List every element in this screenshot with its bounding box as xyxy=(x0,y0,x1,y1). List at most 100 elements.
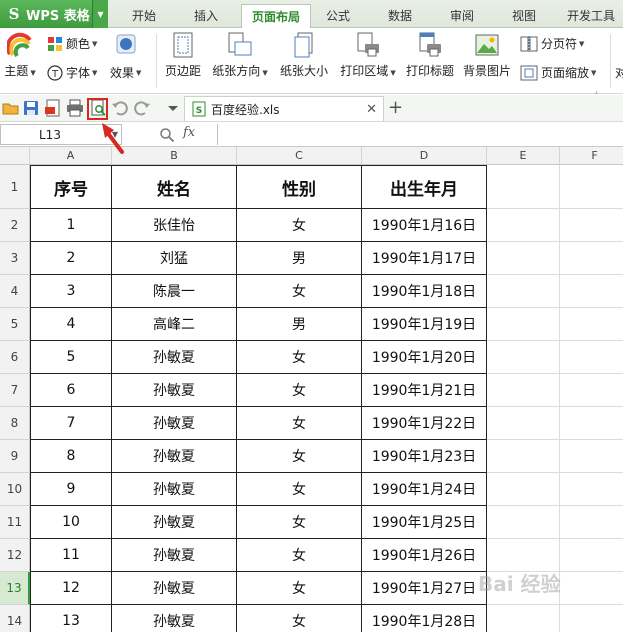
orientation-button[interactable]: 纸张方向 ▼ xyxy=(208,32,272,79)
table-cell[interactable]: 孙敏夏 xyxy=(112,374,237,407)
page-zoom-button[interactable]: 页面缩放 ▼ xyxy=(520,64,596,81)
row-header[interactable]: 11 xyxy=(0,506,30,539)
close-tab-icon[interactable]: ✕ xyxy=(366,102,377,117)
dialog-launcher-icon[interactable]: ⌟ xyxy=(594,86,598,95)
table-cell[interactable]: 1990年1月23日 xyxy=(362,440,487,473)
empty-cell[interactable] xyxy=(487,506,560,539)
select-all-corner[interactable] xyxy=(0,147,30,165)
row-header[interactable]: 7 xyxy=(0,374,30,407)
colors-button[interactable]: 颜色 ▼ xyxy=(47,35,97,52)
column-header-b[interactable]: B xyxy=(112,147,237,165)
new-tab-icon[interactable]: + xyxy=(388,95,403,121)
zoom-search-icon[interactable] xyxy=(159,127,175,143)
table-cell[interactable]: 孙敏夏 xyxy=(112,539,237,572)
column-header-d[interactable]: D xyxy=(362,147,487,165)
table-cell[interactable]: 12 xyxy=(30,572,112,605)
table-cell[interactable]: 男 xyxy=(237,308,362,341)
row-header[interactable]: 1 xyxy=(0,165,30,209)
empty-cell[interactable] xyxy=(560,341,623,374)
empty-cell[interactable] xyxy=(487,341,560,374)
table-cell[interactable]: 女 xyxy=(237,572,362,605)
fonts-button[interactable]: T 字体 ▼ xyxy=(47,64,97,81)
table-header-cell[interactable]: 性别 xyxy=(237,165,362,209)
app-menu-dropdown-icon[interactable]: ▼ xyxy=(92,0,108,28)
empty-cell[interactable] xyxy=(487,473,560,506)
customize-toolbar-icon[interactable] xyxy=(164,99,182,117)
tab-formulas[interactable]: 公式 xyxy=(316,4,360,28)
tab-insert[interactable]: 插入 xyxy=(180,4,232,28)
table-cell[interactable]: 6 xyxy=(30,374,112,407)
empty-cell[interactable] xyxy=(487,308,560,341)
table-cell[interactable]: 1990年1月21日 xyxy=(362,374,487,407)
table-cell[interactable]: 1990年1月26日 xyxy=(362,539,487,572)
table-cell[interactable]: 女 xyxy=(237,539,362,572)
table-cell[interactable]: 1 xyxy=(30,209,112,242)
table-cell[interactable]: 1990年1月20日 xyxy=(362,341,487,374)
empty-cell[interactable] xyxy=(560,605,623,632)
empty-cell[interactable] xyxy=(487,242,560,275)
table-cell[interactable]: 1990年1月17日 xyxy=(362,242,487,275)
table-header-cell[interactable]: 出生年月 xyxy=(362,165,487,209)
row-header[interactable]: 4 xyxy=(0,275,30,308)
row-header[interactable]: 6 xyxy=(0,341,30,374)
table-cell[interactable]: 女 xyxy=(237,473,362,506)
empty-cell[interactable] xyxy=(560,572,623,605)
table-cell[interactable]: 刘猛 xyxy=(112,242,237,275)
row-header[interactable]: 14 xyxy=(0,605,30,632)
insert-function-icon[interactable]: fx xyxy=(183,125,195,140)
column-header-e[interactable]: E xyxy=(487,147,560,165)
table-cell[interactable]: 4 xyxy=(30,308,112,341)
table-cell[interactable]: 女 xyxy=(237,407,362,440)
table-cell[interactable]: 2 xyxy=(30,242,112,275)
empty-cell[interactable] xyxy=(487,605,560,632)
empty-cell[interactable] xyxy=(487,275,560,308)
page-break-button[interactable]: 分页符 ▼ xyxy=(520,35,584,52)
table-cell[interactable]: 3 xyxy=(30,275,112,308)
table-cell[interactable]: 女 xyxy=(237,440,362,473)
table-cell[interactable]: 孙敏夏 xyxy=(112,473,237,506)
empty-cell[interactable] xyxy=(487,374,560,407)
table-cell[interactable]: 1990年1月24日 xyxy=(362,473,487,506)
table-cell[interactable]: 孙敏夏 xyxy=(112,572,237,605)
table-cell[interactable]: 11 xyxy=(30,539,112,572)
table-cell[interactable]: 1990年1月22日 xyxy=(362,407,487,440)
table-cell[interactable]: 孙敏夏 xyxy=(112,605,237,632)
formula-input[interactable] xyxy=(217,124,623,145)
table-header-cell[interactable]: 姓名 xyxy=(112,165,237,209)
table-cell[interactable]: 孙敏夏 xyxy=(112,440,237,473)
table-cell[interactable]: 女 xyxy=(237,275,362,308)
table-cell[interactable]: 1990年1月18日 xyxy=(362,275,487,308)
table-cell[interactable]: 1990年1月16日 xyxy=(362,209,487,242)
table-cell[interactable]: 孙敏夏 xyxy=(112,506,237,539)
table-cell[interactable]: 女 xyxy=(237,341,362,374)
export-pdf-icon[interactable] xyxy=(44,99,62,117)
document-tab[interactable]: S 百度经验.xls ✕ xyxy=(184,96,384,121)
table-cell[interactable]: 10 xyxy=(30,506,112,539)
table-header-cell[interactable]: 序号 xyxy=(30,165,112,209)
empty-cell[interactable] xyxy=(560,440,623,473)
tab-home[interactable]: 开始 xyxy=(118,4,170,28)
table-cell[interactable]: 1990年1月28日 xyxy=(362,605,487,632)
empty-cell[interactable] xyxy=(487,440,560,473)
empty-cell[interactable] xyxy=(560,473,623,506)
empty-cell[interactable] xyxy=(560,275,623,308)
table-cell[interactable]: 孙敏夏 xyxy=(112,341,237,374)
paper-size-button[interactable]: 纸张大小 xyxy=(276,32,332,79)
row-header[interactable]: 13 xyxy=(0,572,30,605)
empty-cell[interactable] xyxy=(560,165,623,209)
table-cell[interactable]: 8 xyxy=(30,440,112,473)
tab-review[interactable]: 审阅 xyxy=(440,4,484,28)
open-folder-icon[interactable] xyxy=(2,99,20,117)
table-cell[interactable]: 1990年1月19日 xyxy=(362,308,487,341)
print-area-button[interactable]: 打印区域 ▼ xyxy=(334,32,402,79)
table-cell[interactable]: 孙敏夏 xyxy=(112,407,237,440)
table-cell[interactable]: 1990年1月25日 xyxy=(362,506,487,539)
tab-page-layout[interactable]: 页面布局 xyxy=(241,4,311,29)
theme-button[interactable]: 主题 ▼ xyxy=(0,32,46,79)
row-header[interactable]: 2 xyxy=(0,209,30,242)
column-header-c[interactable]: C xyxy=(237,147,362,165)
table-cell[interactable]: 13 xyxy=(30,605,112,632)
row-header[interactable]: 5 xyxy=(0,308,30,341)
table-cell[interactable]: 高峰二 xyxy=(112,308,237,341)
undo-icon[interactable] xyxy=(111,99,129,117)
